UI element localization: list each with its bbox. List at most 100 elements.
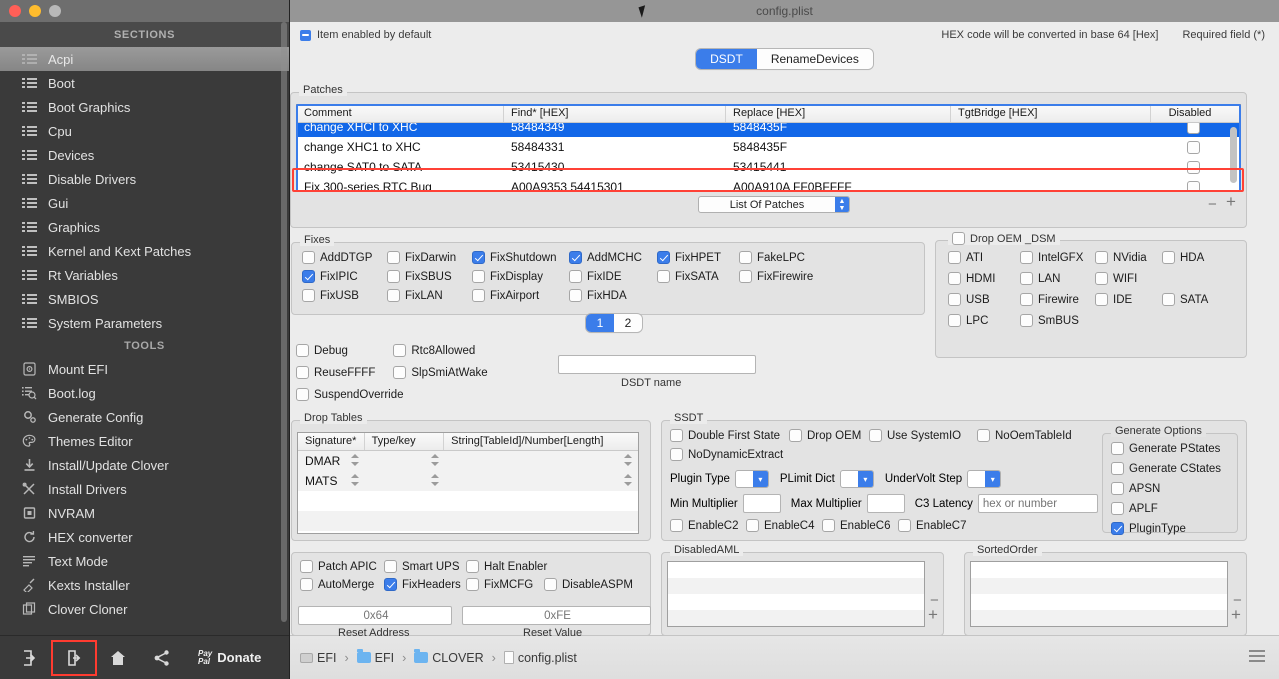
column-replace[interactable]: Replace [HEX] — [726, 105, 951, 122]
checkbox-box[interactable] — [393, 344, 407, 357]
checkbox-box[interactable] — [1162, 251, 1175, 264]
list-item[interactable] — [971, 610, 1227, 626]
checkbox-box[interactable] — [466, 578, 479, 591]
checkbox-box[interactable] — [300, 578, 313, 591]
checkbox-box[interactable] — [739, 251, 752, 264]
checkbox-box[interactable] — [302, 251, 315, 264]
string-stepper[interactable] — [623, 473, 638, 490]
checkbox-fixshutdown[interactable]: FixShutdown — [472, 251, 569, 264]
cell-disabled[interactable] — [1151, 180, 1229, 191]
plugin-type-select[interactable]: ▾ — [734, 470, 769, 488]
checkbox-debug[interactable]: Debug — [296, 344, 390, 357]
checkbox-nooemtableid[interactable]: NoOemTableId — [977, 429, 1072, 442]
checkbox-box[interactable] — [296, 388, 309, 401]
checkbox-smart-ups[interactable]: Smart UPS — [384, 560, 466, 573]
checkbox-smbus[interactable]: SmBUS — [1020, 314, 1079, 327]
sidebar-item-devices[interactable]: Devices — [0, 143, 289, 167]
checkbox-box[interactable] — [948, 272, 961, 285]
column-disabled[interactable]: Disabled — [1151, 105, 1229, 122]
checkbox-fixsata[interactable]: FixSATA — [657, 270, 739, 283]
dsdt-name-input[interactable] — [558, 355, 756, 374]
cell-disabled[interactable] — [1151, 160, 1229, 174]
checkbox-box[interactable] — [1111, 462, 1124, 475]
table-row-empty[interactable] — [298, 531, 638, 533]
checkbox-enablec7[interactable]: EnableC7 — [898, 519, 967, 532]
checkbox-ati[interactable]: ATI — [948, 251, 1020, 264]
patches-table-scrollbar[interactable] — [1230, 127, 1237, 183]
c3-latency-input[interactable] — [977, 494, 1098, 513]
checkbox-fixsbus[interactable]: FixSBUS — [387, 270, 472, 283]
reset-value-input[interactable] — [462, 606, 651, 625]
breadcrumb-efi-folder[interactable]: EFI — [356, 649, 394, 665]
list-item[interactable] — [971, 578, 1227, 594]
checkbox-fixfirewire[interactable]: FixFirewire — [739, 270, 813, 283]
fixes-page-2[interactable]: 2 — [614, 314, 642, 332]
checkbox-wifi[interactable]: WIFI — [1095, 272, 1162, 285]
checkbox-aplf[interactable]: APLF — [1111, 502, 1158, 515]
column-find[interactable]: Find* [HEX] — [504, 105, 726, 122]
sidebar-item-text-mode[interactable]: Text Mode — [0, 549, 289, 573]
checkbox-box[interactable] — [952, 232, 965, 245]
column-tgtbridge[interactable]: TgtBridge [HEX] — [951, 105, 1151, 122]
checkbox-box[interactable] — [1111, 502, 1124, 515]
checkbox-fixlan[interactable]: FixLAN — [387, 289, 472, 302]
checkbox-box[interactable] — [1020, 251, 1033, 264]
tab-renamedevices[interactable]: RenameDevices — [756, 49, 873, 69]
close-button[interactable] — [9, 5, 21, 17]
checkbox-box[interactable] — [670, 519, 683, 532]
typekey-stepper[interactable] — [430, 473, 445, 490]
checkbox-box[interactable] — [384, 560, 397, 573]
checkbox-box[interactable] — [657, 270, 670, 283]
sidebar-item-cpu[interactable]: Cpu — [0, 119, 289, 143]
checkbox-box[interactable] — [393, 366, 407, 379]
checkbox-fixhpet[interactable]: FixHPET — [657, 251, 739, 264]
disabled-aml-list[interactable] — [667, 561, 925, 627]
sorted-order-list[interactable] — [970, 561, 1228, 627]
checkbox-box[interactable] — [569, 289, 582, 302]
checkbox-fixairport[interactable]: FixAirport — [472, 289, 569, 302]
typekey-stepper[interactable] — [430, 453, 445, 470]
checkbox-fixide[interactable]: FixIDE — [569, 270, 657, 283]
sidebar-item-acpi[interactable]: Acpi — [0, 47, 289, 71]
table-row[interactable]: DMAR — [298, 451, 638, 471]
checkbox-rtc8allowed[interactable]: Rtc8Allowed — [393, 344, 475, 357]
checkbox-nvidia[interactable]: NVidia — [1095, 251, 1162, 264]
checkbox-fixusb[interactable]: FixUSB — [302, 289, 387, 302]
min-multiplier-input[interactable] — [742, 494, 781, 513]
checkbox-box[interactable] — [569, 251, 582, 264]
table-row[interactable]: Fix 300-series RTC Bug A00A9353 54415301… — [297, 177, 1240, 191]
minimize-button[interactable] — [29, 5, 41, 17]
checkbox-hda[interactable]: HDA — [1162, 251, 1204, 264]
table-row-empty[interactable] — [298, 511, 638, 531]
disabled-checkbox[interactable] — [1187, 140, 1200, 154]
sidebar-item-system-parameters[interactable]: System Parameters — [0, 311, 289, 335]
patches-table[interactable]: Comment Find* [HEX] Replace [HEX] TgtBri… — [296, 104, 1241, 192]
sidebar-item-boot-graphics[interactable]: Boot Graphics — [0, 95, 289, 119]
checkbox-lpc[interactable]: LPC — [948, 314, 1020, 327]
checkbox-box[interactable] — [670, 429, 683, 442]
checkbox-box[interactable] — [296, 344, 309, 357]
column-typekey[interactable]: Type/key — [365, 433, 445, 450]
checkbox-box[interactable] — [1020, 314, 1033, 327]
export-icon[interactable] — [51, 639, 97, 676]
sidebar-item-rt-variables[interactable]: Rt Variables — [0, 263, 289, 287]
disabled-checkbox[interactable] — [1187, 180, 1200, 191]
checkbox-halt-enabler[interactable]: Halt Enabler — [466, 560, 547, 573]
sidebar-scrollbar[interactable] — [281, 22, 287, 622]
checkbox-fixdarwin[interactable]: FixDarwin — [387, 251, 472, 264]
checkbox-box[interactable] — [746, 519, 759, 532]
checkbox-box[interactable] — [472, 289, 485, 302]
checkbox-automerge[interactable]: AutoMerge — [300, 578, 384, 591]
checkbox-fixheaders[interactable]: FixHeaders — [384, 578, 466, 591]
checkbox-box[interactable] — [948, 251, 961, 264]
undervolt-step-select[interactable]: ▾ — [967, 470, 1002, 488]
checkbox-box[interactable] — [1095, 272, 1108, 285]
list-of-patches-popup[interactable]: List Of Patches ▲ ▼ — [698, 196, 850, 213]
checkbox-box[interactable] — [948, 293, 961, 306]
checkbox-sata[interactable]: SATA — [1162, 293, 1208, 306]
sidebar-item-boot[interactable]: Boot — [0, 71, 289, 95]
checkbox-plugintype[interactable]: PluginType — [1111, 522, 1186, 535]
checkbox-drop-oem[interactable]: Drop OEM — [789, 429, 869, 442]
sidebar-item-themes-editor[interactable]: Themes Editor — [0, 429, 289, 453]
checkbox-suspendoverride[interactable]: SuspendOverride — [296, 388, 404, 401]
